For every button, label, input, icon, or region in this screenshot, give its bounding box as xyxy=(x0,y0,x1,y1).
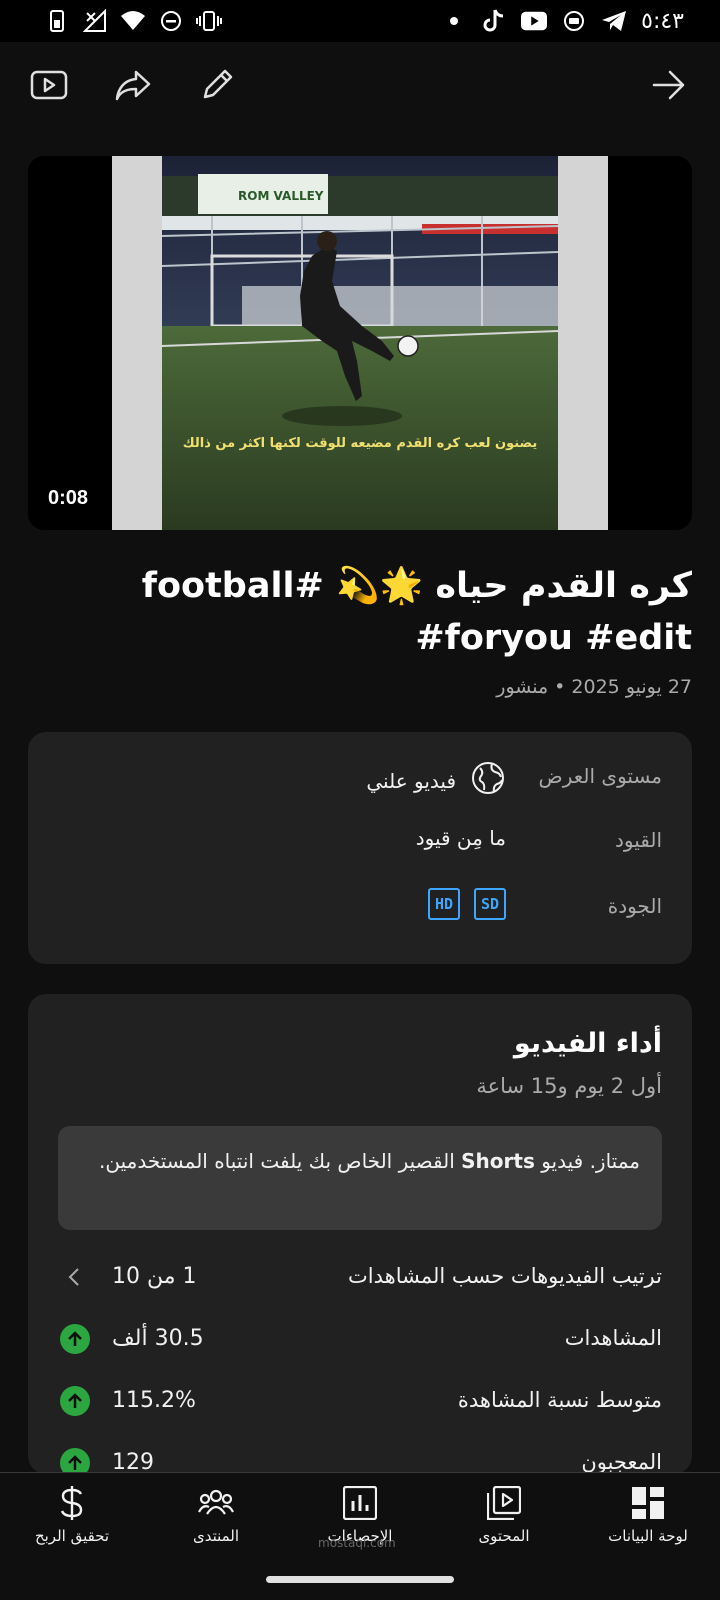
video-duration: 0:08 xyxy=(48,487,89,509)
restrictions-row[interactable]: القيود ما مِن قيود xyxy=(28,818,692,858)
metric-avg-percent-row: متوسط نسبة المشاهدة 115.2% xyxy=(28,1382,692,1426)
watermark: mostaql.com xyxy=(318,1536,396,1550)
visibility-label: مستوى العرض xyxy=(538,764,662,788)
publish-date: 27 يونيو 2025 • منشور xyxy=(496,676,692,698)
notice-text-bold: Shorts xyxy=(461,1149,535,1173)
metric-label: متوسط نسبة المشاهدة xyxy=(457,1388,662,1412)
nav-dashboard[interactable]: لوحة البيانات xyxy=(576,1483,720,1557)
performance-notice: ممتاز. فيديو Shorts القصير الخاص بك يلفت… xyxy=(58,1126,662,1230)
video-details-card: مستوى العرض فيديو علني القيود ما مِن قيو… xyxy=(28,732,692,964)
open-in-app-icon[interactable] xyxy=(26,62,72,108)
nav-label: تحقيق الربح xyxy=(34,1527,110,1545)
content-icon xyxy=(484,1483,524,1523)
metric-value: 115.2% xyxy=(112,1388,196,1413)
arrow-up-icon xyxy=(60,1324,90,1354)
clock: ٥:٤٣ xyxy=(641,8,684,34)
dnd-icon xyxy=(158,8,184,34)
wifi-icon xyxy=(120,8,146,34)
metric-label: ترتيب الفيديوهات حسب المشاهدات xyxy=(348,1264,662,1288)
telegram-icon xyxy=(601,8,627,34)
visibility-value: فيديو علني xyxy=(366,768,456,793)
metric-value: 30.5 ألف xyxy=(112,1326,204,1351)
nav-content[interactable]: المحتوى xyxy=(432,1483,576,1557)
sim-icon xyxy=(44,8,70,34)
video-title: كره القدم حياه 🌟💫 #football #foryou #edi… xyxy=(141,566,692,658)
analytics-icon xyxy=(340,1483,380,1523)
home-indicator[interactable] xyxy=(266,1576,454,1583)
status-bar: ٥:٤٣ xyxy=(0,0,720,42)
nav-label: المنتدى xyxy=(192,1527,240,1545)
metric-rank-row[interactable]: ترتيب الفيديوهات حسب المشاهدات 1 من 10 xyxy=(28,1258,692,1302)
tiktok-icon xyxy=(481,8,507,34)
dollar-icon xyxy=(52,1483,92,1523)
notice-text-prefix: ممتاز. فيديو xyxy=(534,1149,640,1173)
visibility-row[interactable]: مستوى العرض فيديو علني xyxy=(28,750,692,794)
restrictions-label: القيود xyxy=(614,828,662,852)
metric-label: المشاهدات xyxy=(564,1326,662,1350)
metric-label: المعجبون xyxy=(581,1450,662,1474)
nav-label: لوحة البيانات xyxy=(608,1527,688,1545)
globe-icon xyxy=(470,760,506,801)
dashboard-icon xyxy=(628,1483,668,1523)
dot-icon xyxy=(441,8,467,34)
youtube-icon xyxy=(521,8,548,34)
video-caption: يضنون لعب كره القدم مضيعه للوقت لكنها اك… xyxy=(182,436,538,451)
quality-label: الجودة xyxy=(607,894,662,918)
metric-views-row: المشاهدات 30.5 ألف xyxy=(28,1320,692,1364)
restrictions-value: ما مِن قيود xyxy=(415,826,506,850)
notice-text-suffix: القصير الخاص بك يلفت انتباه المستخدمين. xyxy=(99,1149,462,1173)
metric-value: 1 من 10 xyxy=(112,1264,197,1289)
stadium-sign-text: ROM VALLEY xyxy=(238,189,324,203)
nav-label: المحتوى xyxy=(478,1527,530,1545)
chevron-left-icon xyxy=(60,1262,90,1292)
back-arrow-icon[interactable] xyxy=(646,62,692,108)
share-icon[interactable] xyxy=(110,62,156,108)
arrow-up-icon xyxy=(60,1386,90,1416)
video-performance-card: أداء الفيديو أول 2 يوم و15 ساعة ممتاز. ف… xyxy=(28,994,692,1478)
edit-icon[interactable] xyxy=(194,62,240,108)
vibrate-icon xyxy=(196,8,222,34)
top-toolbar xyxy=(0,42,720,128)
no-signal-icon xyxy=(82,8,108,34)
video-thumbnail: ROM VALLEY يضنون لعب كره القدم مضيعه للو… xyxy=(162,156,558,530)
media-icon xyxy=(561,8,587,34)
video-player[interactable]: ROM VALLEY يضنون لعب كره القدم مضيعه للو… xyxy=(28,156,692,530)
sd-badge: SD xyxy=(474,888,506,920)
nav-monetization[interactable]: تحقيق الربح xyxy=(0,1483,144,1557)
performance-title: أداء الفيديو xyxy=(513,1028,662,1059)
community-icon xyxy=(196,1483,236,1523)
performance-period: أول 2 يوم و15 ساعة xyxy=(476,1074,662,1098)
nav-community[interactable]: المنتدى xyxy=(144,1483,288,1557)
hd-badge: HD xyxy=(428,888,460,920)
quality-row: الجودة SD HD xyxy=(28,882,692,922)
